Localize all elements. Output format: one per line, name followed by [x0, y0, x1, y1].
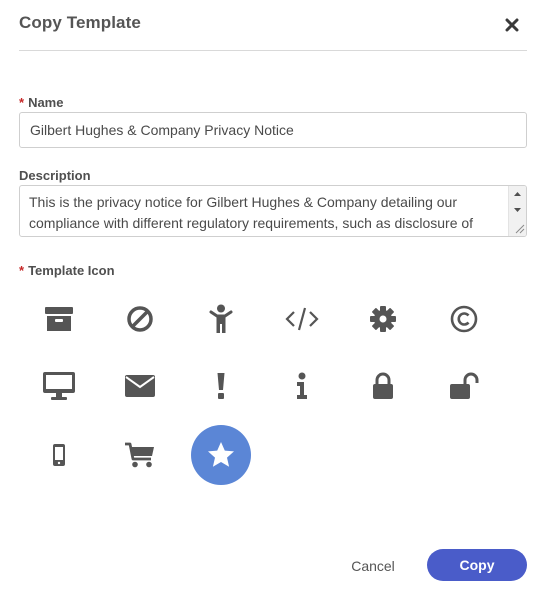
description-scrollbar[interactable]: [508, 186, 526, 236]
desktop-icon[interactable]: [29, 356, 89, 416]
lock-icon[interactable]: [353, 356, 413, 416]
name-input[interactable]: [19, 112, 527, 148]
envelope-icon[interactable]: [110, 356, 170, 416]
copy-button[interactable]: Copy: [427, 549, 527, 581]
cart-icon[interactable]: [110, 425, 170, 485]
archive-icon[interactable]: [29, 289, 89, 349]
template-icon-label: * Template Icon: [19, 263, 115, 278]
required-marker: *: [19, 95, 25, 110]
dialog-header: Copy Template: [19, 0, 527, 51]
close-icon[interactable]: [504, 17, 520, 33]
scroll-down-arrow: [514, 208, 521, 212]
dialog-title: Copy Template: [19, 13, 141, 32]
copyright-icon[interactable]: [434, 289, 494, 349]
description-textarea[interactable]: This is the privacy notice for Gilbert H…: [19, 185, 527, 237]
template-icon-label-text: Template Icon: [28, 263, 115, 278]
code-icon[interactable]: [272, 289, 332, 349]
gear-icon[interactable]: [353, 289, 413, 349]
scroll-up-arrow: [514, 192, 521, 196]
description-text: This is the privacy notice for Gilbert H…: [29, 194, 474, 231]
description-label: Description: [19, 168, 91, 183]
name-label: * Name: [19, 95, 63, 110]
star-icon[interactable]: [191, 425, 251, 485]
exclamation-icon[interactable]: [191, 356, 251, 416]
child-icon[interactable]: [191, 289, 251, 349]
ban-icon[interactable]: [110, 289, 170, 349]
info-icon[interactable]: [272, 356, 332, 416]
cancel-button[interactable]: Cancel: [337, 551, 409, 581]
required-marker: *: [19, 263, 25, 278]
resize-grip: [515, 224, 525, 234]
mobile-icon[interactable]: [29, 425, 89, 485]
name-label-text: Name: [28, 95, 64, 110]
unlock-icon[interactable]: [434, 356, 494, 416]
